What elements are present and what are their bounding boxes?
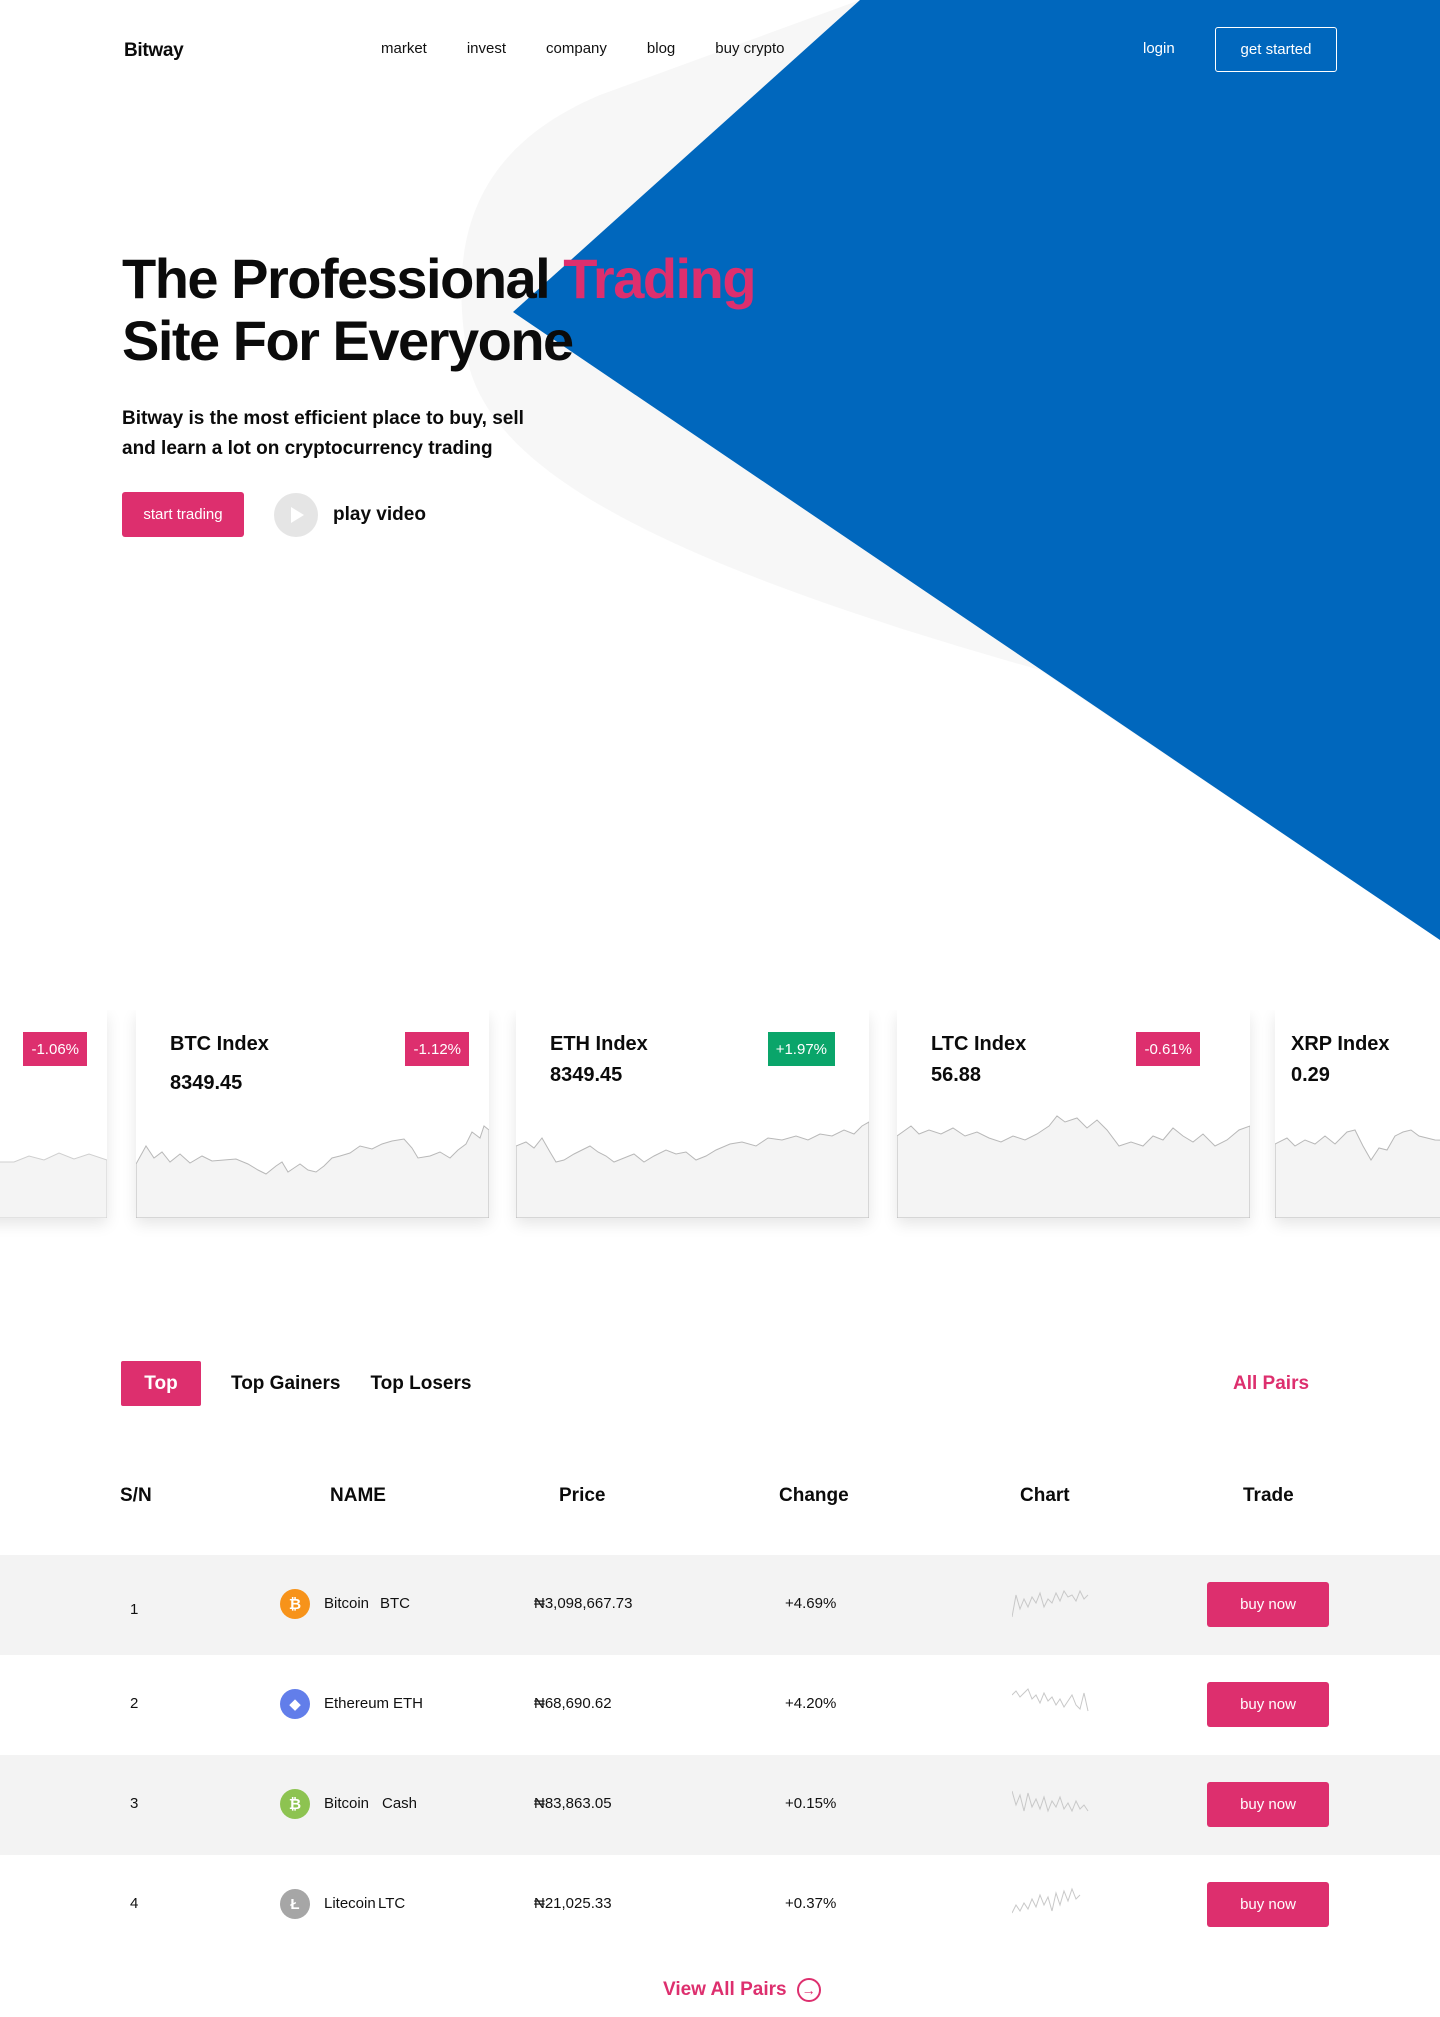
hero-subtitle: Bitway is the most efficient place to bu… bbox=[122, 408, 524, 459]
index-name: LTC Index bbox=[931, 1033, 1027, 1055]
coin-name: Bitcoin bbox=[324, 1795, 370, 1812]
play-icon bbox=[274, 492, 318, 537]
index-cards-carousel: -1.06% BTC Index 8349.45 -1.12% ETH Inde… bbox=[0, 1010, 1440, 1240]
hero-title-line2: Site For Everyone bbox=[122, 309, 574, 372]
index-change-badge: -0.61% bbox=[1136, 1032, 1200, 1066]
tab-top[interactable]: Top bbox=[121, 1361, 201, 1406]
login-link[interactable]: login bbox=[1143, 40, 1175, 57]
hero-title-part1: The Professional bbox=[122, 247, 564, 310]
coin-change: +0.37% bbox=[785, 1895, 837, 1912]
get-started-button[interactable]: get started bbox=[1215, 27, 1337, 72]
coin-name: Ethereum bbox=[324, 1695, 390, 1712]
index-change-badge: -1.06% bbox=[23, 1032, 87, 1066]
start-trading-button[interactable]: start trading bbox=[122, 492, 244, 537]
index-card-ltc[interactable]: LTC Index 56.88 -0.61% bbox=[897, 1010, 1250, 1218]
row-sparkline bbox=[1012, 1688, 1089, 1712]
nav-link-company[interactable]: company bbox=[546, 40, 607, 57]
coin-change: +4.69% bbox=[785, 1595, 837, 1612]
index-card-xrp[interactable]: XRP Index 0.29 bbox=[1275, 1010, 1440, 1218]
table-row: 3 ₿ Bitcoin Cash ₦83,863.05 +0.15% buy n… bbox=[0, 1755, 1440, 1855]
coin-symbol: Cash bbox=[382, 1795, 418, 1812]
row-sparkline bbox=[1012, 1790, 1089, 1813]
header-chart: Chart bbox=[1020, 1485, 1070, 1506]
index-name: ETH Index bbox=[550, 1033, 648, 1055]
index-sparkline bbox=[0, 1152, 107, 1218]
coin-symbol: LTC bbox=[378, 1895, 406, 1912]
index-card-btc[interactable]: BTC Index 8349.45 -1.12% bbox=[136, 1010, 489, 1218]
row-sn: 1 bbox=[130, 1601, 139, 1618]
hero-title-accent: Trading bbox=[563, 247, 756, 310]
top-navigation: Bitway market invest company blog buy cr… bbox=[0, 0, 1440, 100]
index-sparkline bbox=[1275, 1129, 1440, 1218]
coin-symbol: ETH bbox=[393, 1695, 423, 1712]
buy-now-button[interactable]: buy now bbox=[1207, 1682, 1329, 1727]
view-all-pairs-link[interactable]: View All Pairs → bbox=[663, 1978, 821, 2002]
all-pairs-link[interactable]: All Pairs bbox=[1233, 1373, 1309, 1395]
litecoin-icon: Ł bbox=[280, 1889, 310, 1919]
market-tabs: Top Top Gainers Top Losers bbox=[121, 1361, 501, 1406]
tab-top-losers[interactable]: Top Losers bbox=[370, 1373, 471, 1395]
header-name: NAME bbox=[330, 1485, 386, 1506]
coin-change: +0.15% bbox=[785, 1795, 837, 1812]
coin-name: Litecoin bbox=[324, 1895, 376, 1912]
nav-links: market invest company blog buy crypto bbox=[381, 40, 824, 57]
row-sn: 3 bbox=[130, 1795, 139, 1812]
view-all-pairs-label: View All Pairs bbox=[663, 1979, 787, 2000]
row-sparkline bbox=[1012, 1887, 1081, 1914]
coin-price: ₦21,025.33 bbox=[534, 1895, 612, 1912]
bitcoin-cash-icon: ₿ bbox=[280, 1789, 310, 1819]
table-row: 1 ₿ Bitcoin BTC ₦3,098,667.73 +4.69% buy… bbox=[0, 1555, 1440, 1655]
row-sn: 4 bbox=[130, 1895, 139, 1912]
arrow-right-icon: → bbox=[796, 1978, 821, 2002]
coin-price: ₦3,098,667.73 bbox=[534, 1595, 633, 1612]
table-header: S/N NAME Price Change Chart Trade bbox=[0, 1485, 1440, 1515]
index-value: 8349.45 bbox=[550, 1064, 623, 1086]
coin-symbol: BTC bbox=[380, 1595, 410, 1612]
nav-link-blog[interactable]: blog bbox=[647, 40, 675, 57]
index-sparkline bbox=[897, 1115, 1250, 1218]
index-value: 0.29 bbox=[1291, 1064, 1330, 1086]
nav-link-buy-crypto[interactable]: buy crypto bbox=[715, 40, 784, 57]
index-change-badge: -1.12% bbox=[405, 1032, 469, 1066]
nav-link-market[interactable]: market bbox=[381, 40, 427, 57]
play-video-button[interactable]: play video bbox=[274, 492, 426, 537]
row-sparkline bbox=[1012, 1589, 1089, 1618]
index-name: XRP Index bbox=[1291, 1033, 1390, 1055]
row-sn: 2 bbox=[130, 1695, 139, 1712]
header-change: Change bbox=[779, 1485, 849, 1506]
index-value: 56.88 bbox=[931, 1064, 982, 1086]
bitcoin-icon: ₿ bbox=[280, 1589, 310, 1619]
index-sparkline bbox=[516, 1121, 869, 1218]
ethereum-icon: ◆ bbox=[280, 1689, 310, 1719]
hero-title: The Professional Trading Site For Everyo… bbox=[122, 247, 757, 372]
hero-section: The Professional Trading Site For Everyo… bbox=[122, 247, 757, 537]
index-name: BTC Index bbox=[170, 1033, 269, 1055]
coin-price: ₦83,863.05 bbox=[534, 1795, 612, 1812]
nav-link-invest[interactable]: invest bbox=[467, 40, 506, 57]
brand-logo[interactable]: Bitway bbox=[124, 40, 184, 62]
hero-actions: start trading play video bbox=[122, 492, 755, 537]
buy-now-button[interactable]: buy now bbox=[1207, 1582, 1329, 1627]
buy-now-button[interactable]: buy now bbox=[1207, 1882, 1329, 1927]
coin-name: Bitcoin bbox=[324, 1595, 370, 1612]
play-video-label: play video bbox=[333, 503, 426, 525]
header-trade: Trade bbox=[1243, 1485, 1294, 1506]
buy-now-button[interactable]: buy now bbox=[1207, 1782, 1329, 1827]
index-value: 8349.45 bbox=[170, 1072, 243, 1094]
table-row: 4 Ł Litecoin LTC ₦21,025.33 +0.37% buy n… bbox=[0, 1855, 1440, 1955]
coin-price: ₦68,690.62 bbox=[534, 1695, 612, 1712]
index-sparkline bbox=[136, 1125, 489, 1218]
header-sn: S/N bbox=[120, 1485, 152, 1506]
index-card-partial[interactable]: -1.06% bbox=[0, 1010, 107, 1218]
table-row: 2 ◆ Ethereum ETH ₦68,690.62 +4.20% buy n… bbox=[0, 1655, 1440, 1755]
tab-top-gainers[interactable]: Top Gainers bbox=[231, 1373, 340, 1395]
coin-change: +4.20% bbox=[785, 1695, 837, 1712]
index-change-badge: +1.97% bbox=[767, 1032, 835, 1066]
index-card-eth[interactable]: ETH Index 8349.45 +1.97% bbox=[516, 1010, 869, 1218]
header-price: Price bbox=[559, 1485, 606, 1506]
